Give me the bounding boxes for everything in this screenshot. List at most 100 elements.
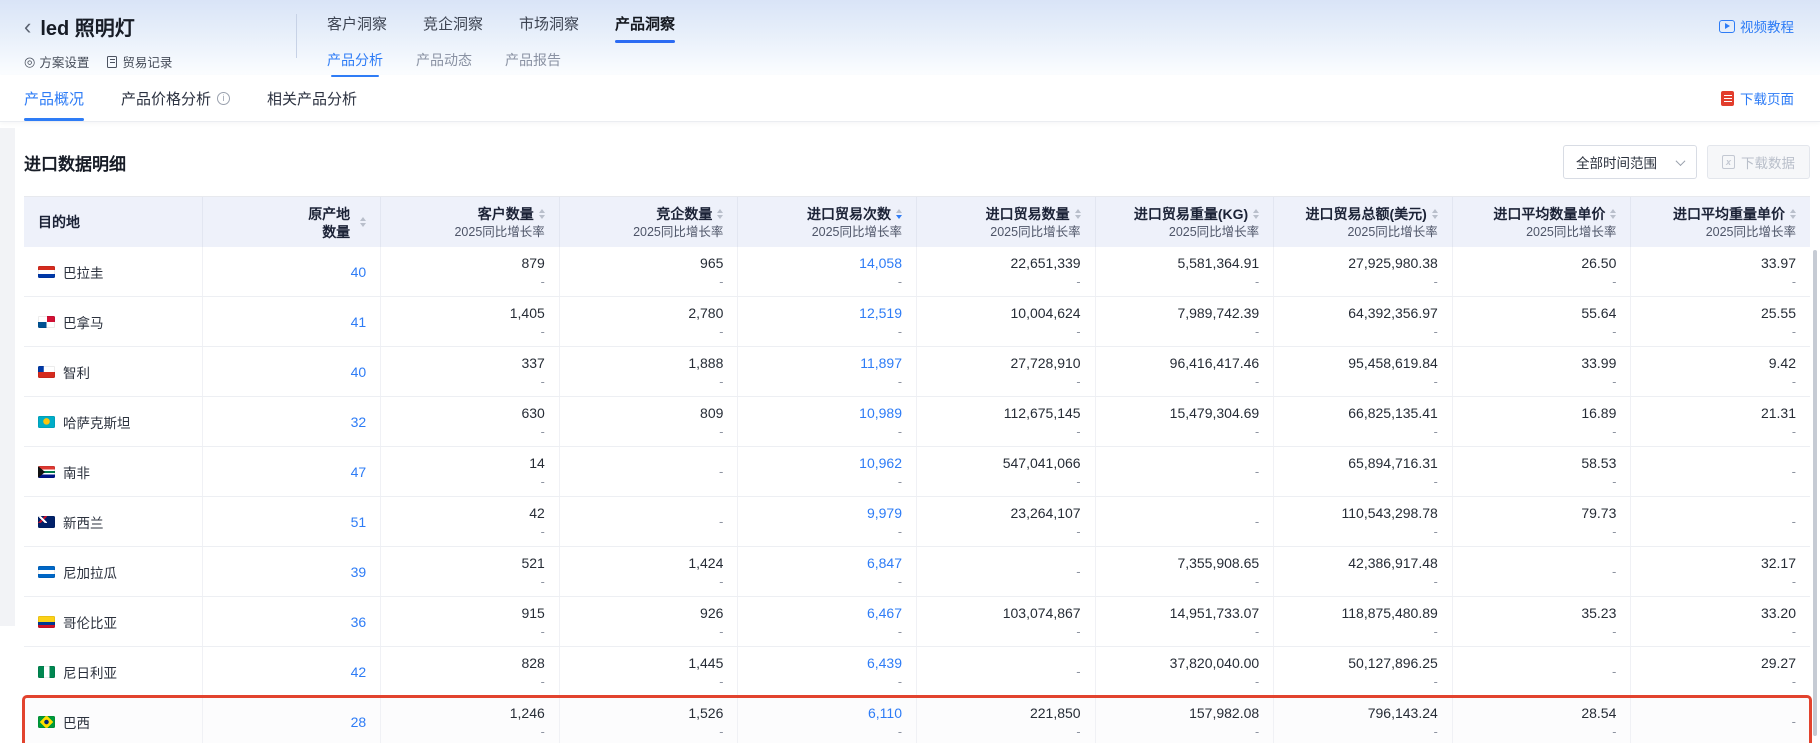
cell-value: 1,888 (688, 355, 723, 371)
trade-times-link[interactable]: 6,439 (867, 655, 902, 671)
sub-tab-product-dynamics[interactable]: 产品动态 (416, 50, 472, 77)
sub-tab-product-analysis[interactable]: 产品分析 (327, 50, 383, 77)
value-cell: 6,439- (738, 647, 917, 696)
page-tab-product-overview[interactable]: 产品概况 (24, 75, 84, 121)
sort-up-icon (1610, 209, 1616, 213)
cell-value: 23,264,107 (1011, 505, 1081, 521)
video-tutorial-link[interactable]: 视频教程 (1719, 16, 1794, 36)
sort-arrows-icon[interactable] (717, 209, 723, 220)
growth-value: - (1434, 525, 1438, 539)
cell-value: 1,445 (688, 655, 723, 671)
sort-up-icon (717, 209, 723, 213)
growth-value: - (541, 425, 545, 439)
trade-times-link[interactable]: 10,962 (859, 455, 902, 471)
col-header-avg-weight-price[interactable]: 进口平均重量单价2025同比增长率 (1631, 197, 1810, 247)
trade-records-link[interactable]: 贸易记录 (107, 52, 172, 71)
col-header-import-trade-amount[interactable]: 进口贸易总额(美元)2025同比增长率 (1274, 197, 1453, 247)
top-tab-customer-insight[interactable]: 客户洞察 (327, 13, 387, 43)
value-cell: 796,143.24- (1274, 697, 1453, 743)
value-cell: 5,581,364.91- (1096, 247, 1275, 296)
destination-cell: 尼加拉瓜 (24, 547, 203, 596)
col-header-import-trade-weight[interactable]: 进口贸易重量(KG)2025同比增长率 (1096, 197, 1275, 247)
col-header-import-trade-times[interactable]: 进口贸易次数2025同比增长率 (738, 197, 917, 247)
country-name: 新西兰 (63, 512, 104, 532)
table-row: 南非4714--10,962-547,041,066--65,894,716.3… (24, 447, 1810, 497)
trade-times-link[interactable]: 14,058 (859, 255, 902, 271)
origin-count-cell: 42 (203, 647, 382, 696)
origin-count-link[interactable]: 41 (351, 314, 367, 330)
value-cell: 16.89- (1453, 397, 1632, 446)
growth-value: - (1434, 725, 1438, 739)
growth-value: - (898, 425, 902, 439)
sub-tab-product-report[interactable]: 产品报告 (505, 50, 561, 77)
col-header-origin-count[interactable]: 原产地数量 (203, 197, 382, 247)
new-zealand-flag-icon (38, 516, 55, 528)
origin-count-link[interactable]: 28 (351, 714, 367, 730)
value-cell: 27,728,910- (917, 347, 1096, 396)
col-header-customer-count[interactable]: 客户数量2025同比增长率 (381, 197, 560, 247)
origin-count-link[interactable]: 39 (351, 564, 367, 580)
trade-times-link[interactable]: 6,110 (868, 705, 902, 721)
growth-value: - (1076, 725, 1080, 739)
section-title: 进口数据明细 (24, 150, 126, 175)
sort-arrows-icon[interactable] (1075, 209, 1081, 220)
trade-times-link[interactable]: 11,897 (860, 355, 902, 371)
trade-times-link[interactable]: 6,467 (867, 605, 902, 621)
value-cell: 66,825,135.41- (1274, 397, 1453, 446)
origin-count-link[interactable]: 42 (351, 664, 367, 680)
scheme-settings-link[interactable]: ◎ 方案设置 (24, 52, 89, 71)
origin-count-link[interactable]: 40 (351, 264, 367, 280)
value-cell: 58.53- (1453, 447, 1632, 496)
cell-value: 7,355,908.65 (1177, 555, 1259, 571)
cell-value: 14 (529, 455, 545, 471)
growth-value: - (1255, 275, 1259, 289)
sort-arrows-icon[interactable] (896, 209, 902, 220)
value-cell: 42,386,917.48- (1274, 547, 1453, 596)
sort-arrows-icon[interactable] (360, 217, 366, 228)
download-page-link[interactable]: 下载页面 (1721, 75, 1794, 121)
sort-arrows-icon[interactable] (1610, 209, 1616, 220)
value-cell: 10,004,624- (917, 297, 1096, 346)
trade-times-link[interactable]: 12,519 (859, 305, 902, 321)
col-header-competitor-count[interactable]: 竞企数量2025同比增长率 (560, 197, 739, 247)
trade-records-label: 贸易记录 (122, 52, 172, 71)
page-tab-related-product-analysis[interactable]: 相关产品分析 (267, 75, 357, 121)
trade-times-link[interactable]: 9,979 (867, 505, 902, 521)
origin-count-cell: 51 (203, 497, 382, 546)
value-cell: - (560, 447, 739, 496)
origin-count-link[interactable]: 36 (351, 614, 367, 630)
col-header-import-trade-qty[interactable]: 进口贸易数量2025同比增长率 (917, 197, 1096, 247)
top-tab-product-insight[interactable]: 产品洞察 (615, 13, 675, 43)
cell-value: 65,894,716.31 (1348, 455, 1438, 471)
cell-value: 1,246 (510, 705, 545, 721)
sort-arrows-icon[interactable] (539, 209, 545, 220)
cell-value: 915 (521, 605, 544, 621)
vertical-scrollbar[interactable] (1813, 250, 1817, 736)
trade-times-link[interactable]: 6,847 (867, 555, 902, 571)
video-tutorial-label: 视频教程 (1740, 16, 1794, 36)
origin-count-link[interactable]: 51 (351, 514, 367, 530)
page-tab-product-price-analysis[interactable]: 产品价格分析i (121, 75, 230, 121)
play-icon (1719, 20, 1735, 33)
sort-arrows-icon[interactable] (1432, 209, 1438, 220)
trade-times-link[interactable]: 10,989 (859, 405, 902, 421)
origin-count-link[interactable]: 47 (351, 464, 367, 480)
time-range-select[interactable]: 全部时间范围 (1563, 145, 1697, 179)
top-tab-market-insight[interactable]: 市场洞察 (519, 13, 579, 43)
back-button[interactable]: ‹ (24, 17, 31, 37)
col-header-label2: 数量 (322, 225, 350, 239)
top-tab-competitor-insight[interactable]: 竞企洞察 (423, 13, 483, 43)
origin-count-link[interactable]: 40 (351, 364, 367, 380)
cell-value: 7,989,742.39 (1177, 305, 1259, 321)
col-header-avg-qty-price[interactable]: 进口平均数量单价2025同比增长率 (1453, 197, 1632, 247)
origin-count-cell: 28 (203, 697, 382, 743)
growth-value: - (1255, 575, 1259, 589)
growth-value: - (1612, 425, 1616, 439)
growth-value: - (898, 325, 902, 339)
download-data-button[interactable]: 下载数据 (1707, 145, 1810, 179)
sort-arrows-icon[interactable] (1253, 209, 1259, 220)
sort-arrows-icon[interactable] (1790, 209, 1796, 220)
growth-value: - (541, 375, 545, 389)
growth-value: - (1612, 725, 1616, 739)
origin-count-link[interactable]: 32 (351, 414, 367, 430)
